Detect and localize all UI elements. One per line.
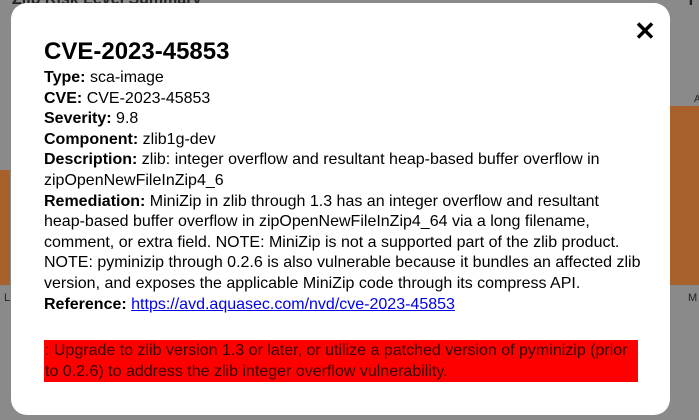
cve-value: CVE-2023-45853 bbox=[86, 89, 211, 107]
background-tick-label: M bbox=[688, 292, 698, 304]
background-chart-bar bbox=[0, 170, 10, 285]
description-label: Description: bbox=[44, 151, 138, 169]
type-label: Type: bbox=[44, 69, 86, 86]
type-value: sca-image bbox=[89, 69, 164, 86]
reference-link[interactable]: https://avd.aquasec.com/nvd/cve-2023-458… bbox=[131, 296, 455, 313]
vulnerability-detail-modal: ✕ CVE-2023-45853 Type: sca-image CVE: CV… bbox=[11, 3, 670, 415]
vulnerability-details: Type: sca-image CVE: CVE-2023-45853 Seve… bbox=[44, 68, 644, 315]
component-value: zlib1g-dev bbox=[142, 130, 216, 148]
cve-label: CVE: bbox=[44, 89, 83, 107]
background-axis-mark: A bbox=[694, 94, 699, 105]
background-right-heading: T bbox=[686, 0, 696, 9]
background-tick-label: L bbox=[4, 292, 11, 304]
close-icon[interactable]: ✕ bbox=[633, 18, 657, 44]
severity-value: 9.8 bbox=[116, 110, 139, 128]
description-field: Description: zlib: integer overflow and … bbox=[44, 150, 644, 191]
reference-field: Reference: https://avd.aquasec.com/nvd/c… bbox=[44, 295, 644, 316]
severity-field: Severity: 9.8 bbox=[44, 109, 644, 130]
remediation-label: Remediation: bbox=[44, 192, 146, 210]
modal-title: CVE-2023-45853 bbox=[44, 38, 230, 65]
remediation-field: Remediation: MiniZip in zlib through 1.3… bbox=[44, 192, 644, 295]
component-field: Component: zlib1g-dev bbox=[44, 130, 644, 151]
type-field: Type: sca-image bbox=[44, 68, 644, 89]
background-chart-bar bbox=[670, 106, 699, 285]
cve-field: CVE: CVE-2023-45853 bbox=[44, 89, 644, 110]
component-label: Component: bbox=[44, 130, 139, 148]
remediation-advice-banner: : Upgrade to zlib version 1.3 or later, … bbox=[44, 340, 638, 382]
reference-label: Reference: bbox=[44, 295, 127, 313]
severity-label: Severity: bbox=[44, 110, 112, 128]
